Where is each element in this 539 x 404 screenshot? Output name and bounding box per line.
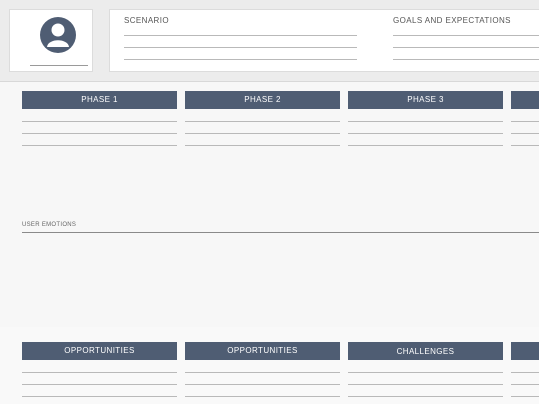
- phase-2-header: PHASE 2: [185, 91, 340, 109]
- opportunities-1-line-1[interactable]: [22, 372, 177, 373]
- goals-line-1[interactable]: [393, 35, 539, 36]
- phase-1-line-1[interactable]: [22, 121, 177, 122]
- phase-1-header: PHASE 1: [22, 91, 177, 109]
- bottom-4-line-2[interactable]: [511, 384, 539, 385]
- user-avatar-icon: [40, 17, 76, 53]
- phase-1-line-2[interactable]: [22, 133, 177, 134]
- phase-2-line-1[interactable]: [185, 121, 340, 122]
- phase-2-line-2[interactable]: [185, 133, 340, 134]
- phase-3-line-1[interactable]: [348, 121, 503, 122]
- goals-line-3[interactable]: [393, 59, 539, 60]
- persona-name-line[interactable]: [30, 65, 88, 66]
- bottom-4-line-1[interactable]: [511, 372, 539, 373]
- opportunities-2-line-2[interactable]: [185, 384, 340, 385]
- scenario-label: SCENARIO: [124, 16, 169, 25]
- phase-2-line-3[interactable]: [185, 145, 340, 146]
- phase-4-line-1[interactable]: [511, 121, 539, 122]
- opportunities-1-line-3[interactable]: [22, 396, 177, 397]
- user-emotions-label: USER EMOTIONS: [22, 222, 77, 228]
- challenges-line-3[interactable]: [348, 396, 503, 397]
- opportunities-2-line-3[interactable]: [185, 396, 340, 397]
- opportunities-header-2: OPPORTUNITIES: [185, 342, 340, 360]
- scenario-line-3[interactable]: [124, 59, 357, 60]
- phase-4-line-2[interactable]: [511, 133, 539, 134]
- phase-3-line-2[interactable]: [348, 133, 503, 134]
- scenario-line-2[interactable]: [124, 47, 357, 48]
- phase-3-header: PHASE 3: [348, 91, 503, 109]
- phase-4-line-3[interactable]: [511, 145, 539, 146]
- opportunities-header-1: OPPORTUNITIES: [22, 342, 177, 360]
- opportunities-1-line-2[interactable]: [22, 384, 177, 385]
- phase-1-line-3[interactable]: [22, 145, 177, 146]
- persona-card: [9, 9, 93, 72]
- phase-3-line-3[interactable]: [348, 145, 503, 146]
- challenges-line-2[interactable]: [348, 384, 503, 385]
- challenges-line-1[interactable]: [348, 372, 503, 373]
- scenario-line-1[interactable]: [124, 35, 357, 36]
- opportunities-2-line-1[interactable]: [185, 372, 340, 373]
- challenges-header: CHALLENGES: [348, 342, 503, 360]
- phase-4-header: [511, 91, 539, 109]
- user-emotions-area[interactable]: [0, 233, 539, 328]
- lower-section-band: [0, 327, 539, 404]
- bottom-header-4: [511, 342, 539, 360]
- scenario-goals-panel: SCENARIO GOALS AND EXPECTATIONS: [109, 9, 539, 72]
- bottom-4-line-3[interactable]: [511, 396, 539, 397]
- goals-line-2[interactable]: [393, 47, 539, 48]
- goals-label: GOALS AND EXPECTATIONS: [393, 16, 511, 25]
